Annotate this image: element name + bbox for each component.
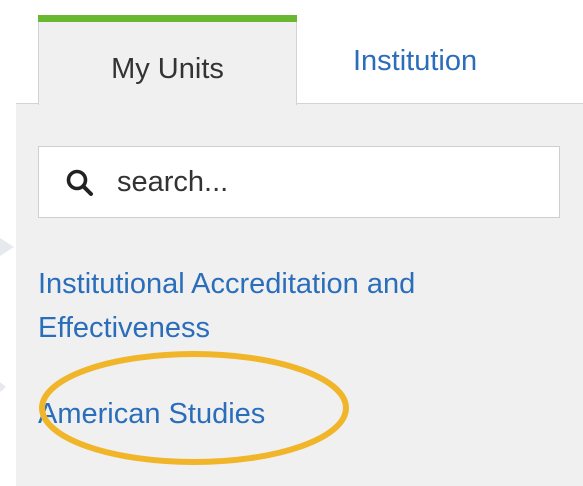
tab-bar: My Units Institution [16, 0, 583, 105]
background-arrow-icon [0, 382, 6, 392]
tab-my-units-label: My Units [111, 53, 224, 85]
tab-institution[interactable]: Institution [297, 15, 583, 104]
tab-my-units[interactable]: My Units [38, 15, 297, 105]
list-item-unit[interactable]: Institutional Accreditation and Effectiv… [38, 262, 538, 350]
search-icon [66, 169, 93, 196]
active-tab-indicator [38, 15, 297, 22]
tab-institution-label: Institution [353, 45, 478, 77]
search-input[interactable] [117, 163, 537, 201]
background-arrow-icon [0, 238, 14, 256]
units-panel: My Units Institution Institutional Accre… [16, 0, 583, 486]
list-item-unit-american-studies[interactable]: American Studies [38, 392, 538, 436]
screenshot-stage: My Units Institution Institutional Accre… [0, 0, 583, 486]
search-box[interactable] [38, 146, 560, 218]
tab-bar-top [16, 0, 583, 15]
tab-bar-spacer [16, 15, 38, 104]
